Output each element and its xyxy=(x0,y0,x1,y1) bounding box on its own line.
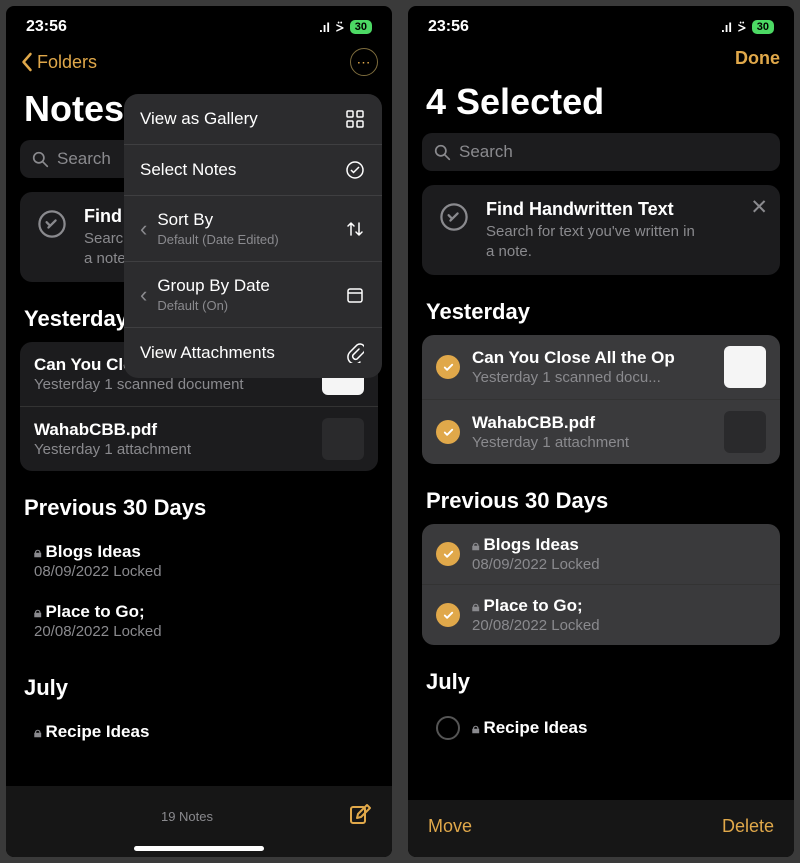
status-icons: .ıl ⍩ 30 xyxy=(319,19,372,35)
close-icon[interactable]: ✕ xyxy=(750,195,768,220)
done-button[interactable]: Done xyxy=(735,48,780,69)
grid-icon xyxy=(344,108,366,130)
delete-button[interactable]: Delete xyxy=(722,816,774,837)
nav-bar: Folders ⋯ xyxy=(6,40,392,84)
notes-count: 19 Notes xyxy=(161,809,213,824)
more-button[interactable]: ⋯ xyxy=(350,48,378,76)
chevron-left-icon: ‹ xyxy=(140,216,147,242)
handwritten-info-card[interactable]: Find Handwritten Text Search for text yo… xyxy=(422,185,780,275)
screen-select-mode: 23:56 .ıl ⍩ 30 Done 4 Selected Search Fi… xyxy=(408,6,794,857)
note-thumbnail xyxy=(322,418,364,460)
battery-icon: 30 xyxy=(350,20,372,34)
note-item[interactable]: 🔒︎Blogs Ideas 08/09/2022 Locked xyxy=(20,531,378,591)
section-yesterday: Yesterday xyxy=(408,293,794,335)
nav-bar: Done xyxy=(408,40,794,77)
link-icon: ⍩ xyxy=(738,19,746,35)
battery-icon: 30 xyxy=(752,20,774,34)
section-july: July xyxy=(408,663,794,705)
note-thumbnail xyxy=(724,411,766,453)
move-button[interactable]: Move xyxy=(428,816,472,837)
options-menu: View as Gallery Select Notes ‹ Sort By D… xyxy=(124,94,382,378)
lock-icon: 🔒︎ xyxy=(472,537,479,554)
checkbox-checked[interactable] xyxy=(436,603,460,627)
menu-sort-by[interactable]: ‹ Sort By Default (Date Edited) xyxy=(124,196,382,262)
note-item[interactable]: 🔒︎Recipe Ideas xyxy=(20,711,378,753)
notes-prev30: 🔒︎Blogs Ideas 08/09/2022 Locked 🔒︎Place … xyxy=(20,531,378,651)
checkbox-checked[interactable] xyxy=(436,542,460,566)
status-bar: 23:56 .ıl ⍩ 30 xyxy=(408,6,794,40)
handwriting-icon xyxy=(34,206,70,242)
menu-select-notes[interactable]: Select Notes xyxy=(124,145,382,196)
sort-icon xyxy=(344,218,366,240)
notes-july: 🔒︎Recipe Ideas xyxy=(20,711,378,753)
link-icon: ⍩ xyxy=(336,19,344,35)
status-time: 23:56 xyxy=(428,18,469,36)
note-item[interactable]: 🔒︎Blogs Ideas 08/09/2022 Locked xyxy=(422,524,780,585)
lock-icon: 🔒︎ xyxy=(34,544,41,561)
note-item[interactable]: 🔒︎Place to Go; 20/08/2022 Locked xyxy=(20,591,378,651)
checkbox-checked[interactable] xyxy=(436,420,460,444)
calendar-icon xyxy=(344,284,366,306)
note-item[interactable]: WahabCBB.pdf Yesterday 1 attachment xyxy=(20,407,378,471)
lock-icon: 🔒︎ xyxy=(34,604,41,621)
search-input[interactable]: Search xyxy=(422,133,780,171)
screen-notes-menu: 23:56 .ıl ⍩ 30 Folders ⋯ Notes Search Fi… xyxy=(6,6,392,857)
lock-icon: 🔒︎ xyxy=(472,720,479,737)
info-title: Find Handwritten Text xyxy=(486,199,766,220)
note-thumbnail xyxy=(724,346,766,388)
note-item[interactable]: 🔒︎Place to Go; 20/08/2022 Locked xyxy=(422,585,780,645)
back-label: Folders xyxy=(37,52,97,73)
signal-icon: .ıl xyxy=(721,20,732,35)
section-prev30: Previous 30 Days xyxy=(408,482,794,524)
notes-yesterday: Can You Close All the Op Yesterday 1 sca… xyxy=(422,335,780,464)
note-item[interactable]: 🔒︎Recipe Ideas xyxy=(422,705,780,751)
notes-july: 🔒︎Recipe Ideas xyxy=(422,705,780,751)
search-placeholder: Search xyxy=(57,149,111,169)
menu-view-gallery[interactable]: View as Gallery xyxy=(124,94,382,145)
checkbox-checked[interactable] xyxy=(436,355,460,379)
compose-button[interactable] xyxy=(348,802,372,831)
checkbox-empty[interactable] xyxy=(436,716,460,740)
menu-group-by[interactable]: ‹ Group By Date Default (On) xyxy=(124,262,382,328)
bottom-toolbar: Move Delete xyxy=(408,800,794,857)
home-indicator[interactable] xyxy=(134,846,264,851)
status-bar: 23:56 .ıl ⍩ 30 xyxy=(6,6,392,40)
info-sub: Search for text you've written ina note. xyxy=(486,222,766,261)
signal-icon: .ıl xyxy=(319,20,330,35)
paperclip-icon xyxy=(344,342,366,364)
status-icons: .ıl ⍩ 30 xyxy=(721,19,774,35)
note-item[interactable]: WahabCBB.pdf Yesterday 1 attachment xyxy=(422,400,780,464)
back-button[interactable]: Folders xyxy=(20,52,97,73)
search-placeholder: Search xyxy=(459,142,513,162)
chevron-left-icon: ‹ xyxy=(140,282,147,308)
section-prev30: Previous 30 Days xyxy=(6,489,392,531)
checkmark-circle-icon xyxy=(344,159,366,181)
menu-view-attachments[interactable]: View Attachments xyxy=(124,328,382,378)
note-item[interactable]: Can You Close All the Op Yesterday 1 sca… xyxy=(422,335,780,400)
status-time: 23:56 xyxy=(26,18,67,36)
page-title: 4 Selected xyxy=(408,77,794,133)
lock-icon: 🔒︎ xyxy=(472,598,479,615)
notes-prev30: 🔒︎Blogs Ideas 08/09/2022 Locked 🔒︎Place … xyxy=(422,524,780,645)
handwriting-icon xyxy=(436,199,472,235)
lock-icon: 🔒︎ xyxy=(34,724,41,741)
section-july: July xyxy=(6,669,392,711)
